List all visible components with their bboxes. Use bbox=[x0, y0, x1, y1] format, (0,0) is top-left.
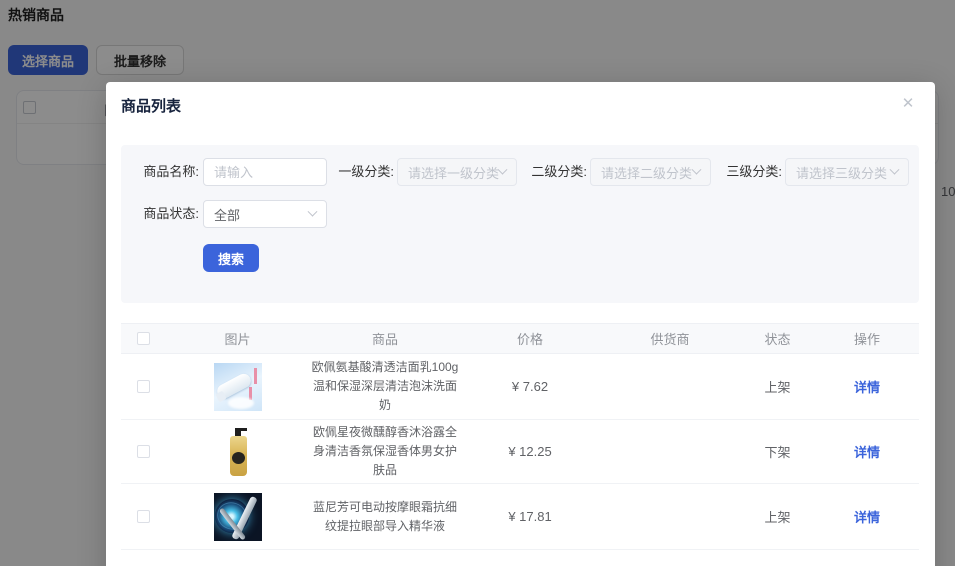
cat3-select[interactable]: 请选择三级分类 bbox=[785, 158, 909, 186]
detail-link[interactable]: 详情 bbox=[854, 377, 880, 396]
product-price: ¥ 12.25 bbox=[508, 444, 552, 459]
chevron-down-icon bbox=[691, 164, 702, 175]
chevron-down-icon bbox=[497, 164, 508, 175]
table-row: 欧佩星夜微醺醇香沐浴露全身清洁香氛保湿香体男女护肤品 ¥ 12.25 下架 详情 bbox=[121, 420, 919, 484]
product-price: ¥ 17.81 bbox=[508, 509, 552, 524]
product-name-input-wrap bbox=[203, 158, 327, 186]
cat3-placeholder: 请选择三级分类 bbox=[796, 165, 888, 181]
filter-panel: 商品名称: 一级分类: 请选择一级分类 二级分类: 请选择二级分类 三级分类: … bbox=[121, 145, 919, 303]
product-name: 欧佩星夜微醺醇香沐浴露全身清洁香氛保湿香体男女护肤品 bbox=[312, 425, 457, 477]
product-status: 下架 bbox=[764, 445, 791, 460]
product-list-modal: 商品列表 ✕ 商品名称: 一级分类: 请选择一级分类 二级分类: 请选择二级分类… bbox=[106, 82, 935, 566]
header-product: 商品 bbox=[371, 332, 398, 347]
row-checkbox[interactable] bbox=[136, 380, 150, 393]
close-icon[interactable]: ✕ bbox=[897, 92, 919, 114]
cat1-select[interactable]: 请选择一级分类 bbox=[397, 158, 517, 186]
cat2-select[interactable]: 请选择二级分类 bbox=[590, 158, 711, 186]
detail-link[interactable]: 详情 bbox=[854, 507, 880, 526]
product-name: 欧佩氨基酸清透洁面乳100g温和保湿深层清洁泡沫洗面奶 bbox=[311, 360, 459, 412]
row-checkbox[interactable] bbox=[136, 510, 150, 523]
product-name-input[interactable] bbox=[214, 164, 316, 180]
product-image bbox=[213, 424, 262, 479]
table-row: 欧佩氨基酸清透洁面乳100g温和保湿深层清洁泡沫洗面奶 ¥ 7.62 上架 详情 bbox=[121, 354, 919, 420]
product-table: 图片 商品 价格 供货商 状态 操作 欧佩氨基酸清透洁面乳100g温和保湿深层清… bbox=[121, 323, 919, 566]
modal-title: 商品列表 bbox=[121, 98, 182, 115]
cat2-label: 二级分类: bbox=[531, 164, 587, 179]
table-row: 栊曼莉染发剂一梳黑植物遮白发染发膏100ml bbox=[121, 550, 919, 566]
cat2-placeholder: 请选择二级分类 bbox=[601, 165, 693, 181]
header-price: 价格 bbox=[516, 332, 543, 347]
detail-link[interactable]: 详情 bbox=[854, 442, 880, 461]
status-label: 商品状态: bbox=[143, 206, 199, 221]
cat1-label: 一级分类: bbox=[338, 164, 394, 179]
product-price: ¥ 7.62 bbox=[511, 379, 549, 394]
product-name-label: 商品名称: bbox=[143, 164, 199, 179]
chevron-down-icon bbox=[307, 206, 318, 217]
header-supplier: 供货商 bbox=[650, 332, 690, 347]
search-button[interactable]: 搜索 bbox=[203, 244, 259, 272]
select-all-checkbox[interactable] bbox=[136, 332, 150, 345]
product-image bbox=[213, 492, 262, 541]
header-status: 状态 bbox=[764, 332, 791, 347]
product-status: 上架 bbox=[764, 510, 791, 525]
product-image bbox=[213, 362, 262, 411]
row-checkbox[interactable] bbox=[136, 445, 150, 458]
table-header-row: 图片 商品 价格 供货商 状态 操作 bbox=[121, 323, 919, 354]
product-name: 蓝尼芳可电动按摩眼霜抗细纹提拉眼部导入精华液 bbox=[312, 499, 457, 533]
cat1-placeholder: 请选择一级分类 bbox=[408, 165, 500, 181]
header-image: 图片 bbox=[224, 332, 251, 347]
table-row: 蓝尼芳可电动按摩眼霜抗细纹提拉眼部导入精华液 ¥ 17.81 上架 详情 bbox=[121, 484, 919, 550]
header-action: 操作 bbox=[853, 332, 880, 347]
status-value: 全部 bbox=[214, 207, 241, 223]
status-select[interactable]: 全部 bbox=[203, 200, 327, 228]
cat3-label: 三级分类: bbox=[726, 164, 782, 179]
screen: 热销商品 选择商品 批量移除 图片 10 商品列表 ✕ 商品名称: 一级分类: … bbox=[0, 0, 955, 566]
chevron-down-icon bbox=[889, 164, 900, 175]
product-status: 上架 bbox=[764, 380, 791, 395]
